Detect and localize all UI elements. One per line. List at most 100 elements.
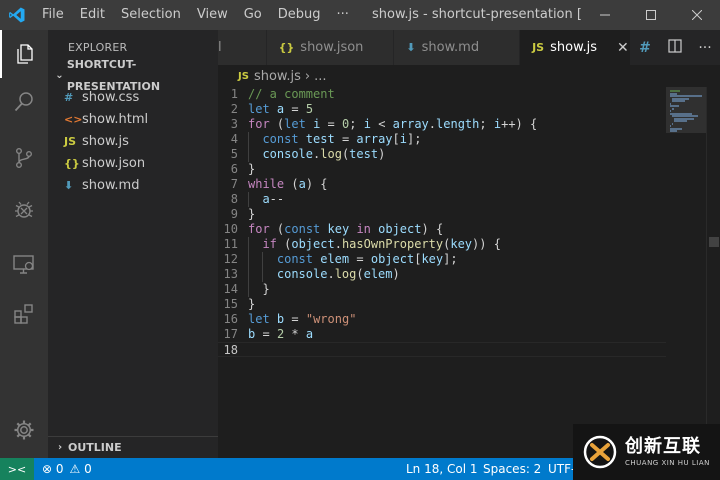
file-type-icon: JS — [64, 135, 77, 148]
code-line[interactable]: 16 let b = "wrong" — [218, 312, 666, 327]
remote-indicator[interactable]: >< — [0, 458, 34, 480]
tab-close-icon[interactable]: ✕ — [617, 40, 629, 56]
file-name: show.html — [82, 112, 149, 127]
extensions-activity-button[interactable] — [0, 290, 48, 338]
maximize-icon — [646, 10, 656, 20]
code-editor[interactable]: 1 // a comment 2 let a = 5 3 for (let i = 0; … — [218, 87, 666, 458]
minimap-line — [670, 130, 678, 132]
minimap-line — [671, 100, 686, 102]
file-name: show.md — [82, 178, 140, 193]
editor-tab[interactable]: {} show.json — [266, 30, 395, 65]
line-number: 2 — [230, 102, 238, 116]
errors-count[interactable]: ⊗ 0 — [34, 458, 70, 480]
maximize-button[interactable] — [628, 0, 674, 30]
debug-icon — [15, 201, 33, 218]
code-text: while (a) { — [248, 177, 328, 191]
code-text: if (object.hasOwnProperty(key)) { — [248, 237, 501, 252]
code-line[interactable]: 15} — [218, 297, 666, 312]
code-text: for (let i = 0; i < array.length; i++) { — [248, 117, 538, 131]
code-line[interactable]: 5 console.log(test) — [218, 147, 666, 162]
code-line[interactable]: 11 if (object.hasOwnProperty(key)) { — [218, 237, 666, 252]
files-icon — [17, 44, 33, 64]
minimize-button[interactable] — [582, 0, 628, 30]
folder-header[interactable]: ⌄ SHORTCUT-PRESENTATION — [48, 58, 218, 93]
file-item[interactable]: JS show.js — [48, 131, 218, 153]
code-line[interactable]: 3 for (let i = 0; i < array.length; i++) … — [218, 117, 666, 132]
editor-tab[interactable]: ⬇ show.md — [394, 30, 521, 65]
breadcrumb-separator: › — [304, 68, 311, 84]
code-line[interactable]: 14} — [218, 282, 666, 297]
line-number: 18 — [223, 343, 238, 357]
minimap-line — [671, 107, 675, 110]
code-line[interactable]: 2 let a = 5 — [218, 102, 666, 117]
debug-activity-button[interactable] — [0, 186, 48, 234]
code-text: } — [248, 207, 256, 221]
search-activity-button[interactable] — [0, 78, 48, 126]
minimap[interactable] — [666, 87, 706, 458]
scrollbar-thumb[interactable] — [709, 237, 719, 247]
vertical-scrollbar[interactable] — [706, 87, 720, 458]
code-text: } — [248, 162, 256, 176]
watermark-text: 创新互联 CHUANG XIN HU LIAN — [625, 436, 710, 468]
menu-bar: File Edit Selection View Go Debug ··· — [34, 0, 357, 30]
line-number: 8 — [230, 192, 238, 206]
menu-debug[interactable]: Debug — [270, 0, 329, 30]
cursor-position[interactable]: Ln 18, Col 1 — [400, 458, 484, 480]
code-text: } — [248, 282, 270, 297]
explorer-activity-button[interactable] — [0, 30, 48, 78]
code-line[interactable]: 10 for (const key in object) { — [218, 222, 666, 237]
more-actions-button[interactable]: ··· — [690, 40, 720, 56]
split-editor-button[interactable] — [660, 38, 690, 57]
gear-icon — [14, 420, 34, 440]
code-line[interactable]: 12 const elem = object[key]; — [218, 252, 666, 267]
line-number: 13 — [223, 267, 238, 281]
outline-header[interactable]: › OUTLINE — [48, 436, 218, 458]
code-line[interactable]: 6} — [218, 162, 666, 177]
code-line[interactable]: 7 while (a) { — [218, 177, 666, 192]
editor-actions: # ··· — [630, 30, 720, 65]
remote-explorer-activity-button[interactable] — [0, 240, 48, 288]
line-number: 10 — [223, 222, 238, 236]
tab-label: show.json — [300, 40, 364, 55]
line-number: 11 — [223, 237, 238, 251]
file-list: # show.css <> show.html JS show.js{} show.json… — [48, 87, 218, 197]
breadcrumb-file[interactable]: show.js — [254, 69, 301, 84]
menu-go[interactable]: Go — [236, 0, 270, 30]
menu-view[interactable]: View — [189, 0, 236, 30]
menu-more[interactable]: ··· — [329, 0, 357, 30]
code-line[interactable]: 17 b = 2 * a — [218, 327, 666, 342]
split-editor-icon — [668, 38, 682, 53]
breadcrumb-symbols[interactable]: ... — [314, 69, 326, 84]
indentation[interactable]: Spaces: 2 — [477, 458, 547, 480]
code-text: console.log(elem) — [248, 267, 400, 282]
code-line[interactable]: 8 a-- — [218, 192, 666, 207]
menu-edit[interactable]: Edit — [72, 0, 113, 30]
menu-selection[interactable]: Selection — [113, 0, 189, 30]
file-item[interactable]: <> show.html — [48, 109, 218, 131]
tab-label: l — [218, 40, 222, 55]
menu-file[interactable]: File — [34, 0, 72, 30]
js-file-icon: JS — [238, 70, 249, 82]
tab-file-icon: {} — [278, 41, 295, 54]
editor-tabs: l {} show.json ⬇ show.md JS show.js ✕ # ··· — [218, 30, 720, 65]
editor-tab[interactable]: JS show.js ✕ — [520, 30, 642, 65]
warnings-count[interactable]: ⚠ 0 — [70, 458, 98, 480]
watermark-logo: 创新互联 CHUANG XIN HU LIAN — [573, 424, 720, 480]
search-icon — [14, 92, 33, 112]
code-line[interactable]: 13 console.log(elem) — [218, 267, 666, 282]
hash-icon[interactable]: # — [630, 40, 660, 56]
code-line[interactable]: 4 const test = array[i]; — [218, 132, 666, 147]
file-item[interactable]: {} show.json — [48, 153, 218, 175]
code-line[interactable]: 1 // a comment — [218, 87, 666, 102]
code-line[interactable]: 9} — [218, 207, 666, 222]
line-number: 12 — [223, 252, 238, 266]
file-item[interactable]: ⬇ show.md — [48, 175, 218, 197]
close-window-button[interactable] — [674, 0, 720, 30]
minimap-line — [673, 120, 688, 122]
manage-activity-button[interactable] — [0, 406, 48, 454]
code-line[interactable]: 18 — [218, 342, 666, 357]
editor-tab[interactable]: l — [218, 30, 267, 65]
tab-label: show.js — [550, 40, 598, 55]
source-control-activity-button[interactable] — [0, 134, 48, 182]
code-text: let b = "wrong" — [248, 312, 357, 326]
